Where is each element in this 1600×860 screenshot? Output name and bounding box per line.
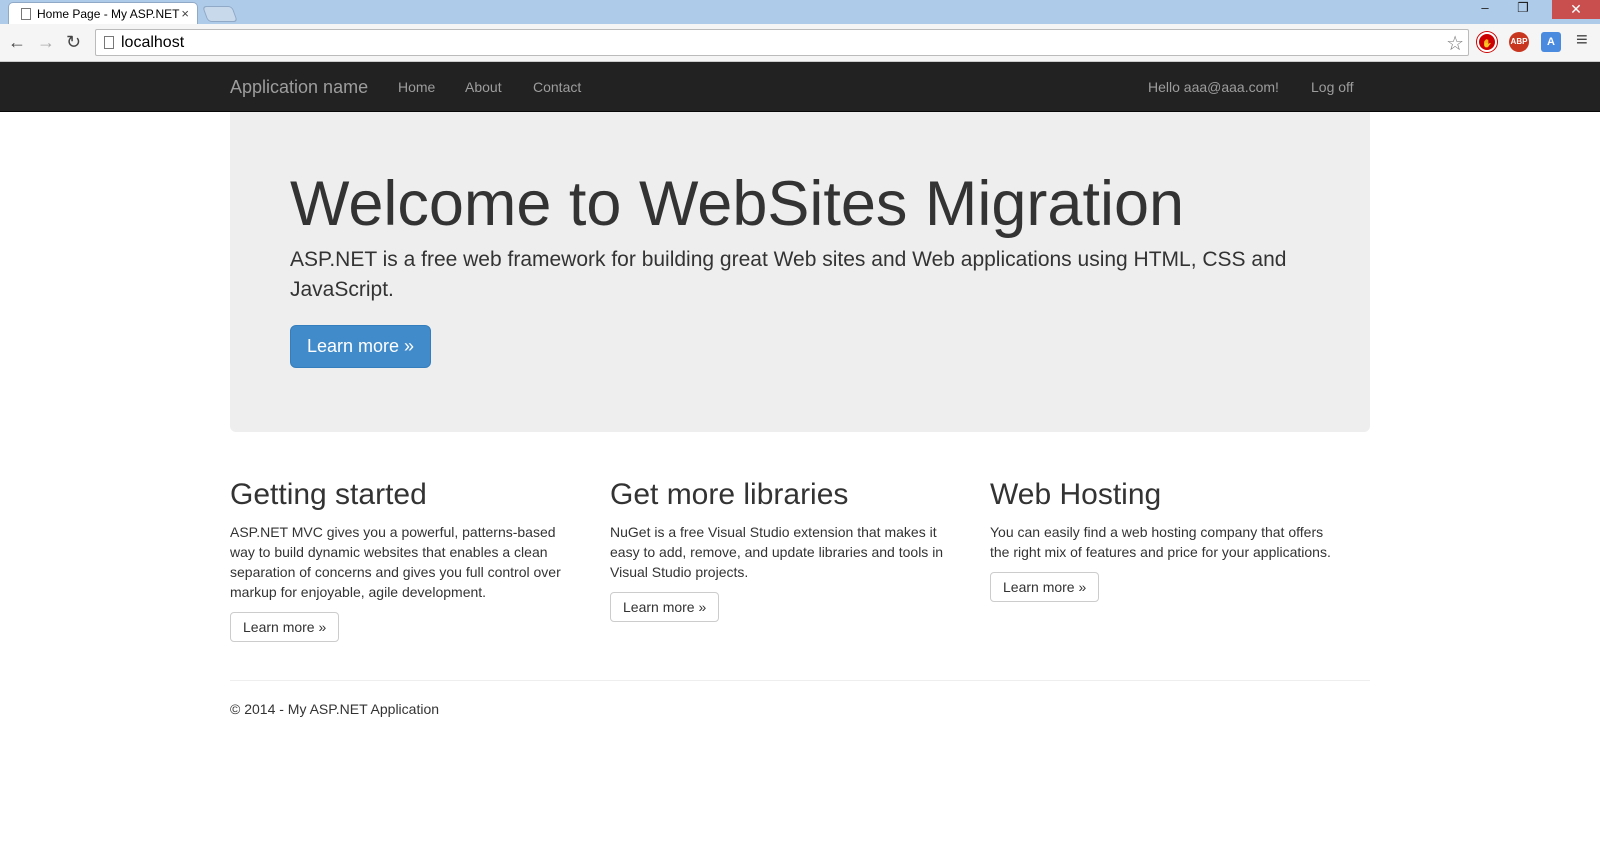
browser-tab-bar: Home Page - My ASP.NET × – ❐ ✕ [0, 0, 1600, 25]
translate-icon[interactable]: A [1541, 32, 1561, 52]
browser-toolbar: ← → ↻ localhost ☆ ✋ ABP A ≡ [0, 24, 1600, 62]
learn-more-button[interactable]: Learn more » [230, 612, 340, 642]
minimize-button[interactable]: – [1470, 0, 1500, 19]
footer: © 2014 - My ASP.NET Application [230, 680, 1370, 717]
adblock-icon[interactable]: ABP [1509, 32, 1529, 52]
menu-icon[interactable]: ≡ [1576, 29, 1588, 52]
address-bar[interactable]: localhost ☆ [95, 29, 1469, 56]
reload-icon[interactable]: ↻ [66, 32, 81, 53]
maximize-button[interactable]: ❐ [1508, 0, 1538, 19]
brand-link[interactable]: Application name [230, 62, 368, 112]
column-text: You can easily find a web hosting compan… [990, 524, 1331, 560]
learn-more-button[interactable]: Learn more » [290, 325, 432, 369]
nav-home[interactable]: Home [398, 62, 435, 112]
hello-user-link[interactable]: Hello aaa@aaa.com! [1148, 62, 1279, 112]
back-icon[interactable]: ← [8, 32, 26, 53]
page-icon [21, 8, 31, 20]
page-title: Welcome to WebSites Migration [290, 169, 1185, 239]
column-hosting: Web Hosting You can easily find a web ho… [990, 478, 1370, 642]
feature-columns: Getting started ASP.NET MVC gives you a … [230, 478, 1370, 642]
site-navbar: Application name Home About Contact Hell… [0, 62, 1600, 112]
new-tab-button[interactable] [202, 6, 238, 22]
nav-about[interactable]: About [465, 62, 502, 112]
copyright-text: © 2014 - My ASP.NET Application [230, 701, 440, 717]
column-title: Getting started [230, 478, 427, 511]
tab-title: Home Page - My ASP.NET [37, 7, 180, 21]
learn-more-button[interactable]: Learn more » [990, 572, 1100, 602]
log-off-link[interactable]: Log off [1311, 62, 1354, 112]
browser-tab[interactable]: Home Page - My ASP.NET × [8, 2, 198, 25]
lead-text: ASP.NET is a free web framework for buil… [290, 248, 1287, 301]
column-libraries: Get more libraries NuGet is a free Visua… [610, 478, 990, 642]
stop-extension-icon[interactable]: ✋ [1477, 32, 1497, 52]
tab-close-icon[interactable]: × [181, 6, 189, 21]
column-text: ASP.NET MVC gives you a powerful, patter… [230, 524, 561, 600]
learn-more-button[interactable]: Learn more » [610, 592, 720, 622]
column-title: Get more libraries [610, 478, 849, 511]
column-title: Web Hosting [990, 478, 1162, 511]
column-getting-started: Getting started ASP.NET MVC gives you a … [230, 478, 610, 642]
jumbotron: Welcome to WebSites Migration ASP.NET is… [230, 112, 1370, 432]
forward-icon[interactable]: → [37, 32, 55, 53]
page-icon [104, 36, 114, 49]
url-text: localhost [121, 34, 185, 51]
close-window-button[interactable]: ✕ [1552, 0, 1600, 19]
column-text: NuGet is a free Visual Studio extension … [610, 524, 944, 580]
bookmark-star-icon[interactable]: ☆ [1446, 31, 1464, 56]
nav-contact[interactable]: Contact [533, 62, 581, 112]
